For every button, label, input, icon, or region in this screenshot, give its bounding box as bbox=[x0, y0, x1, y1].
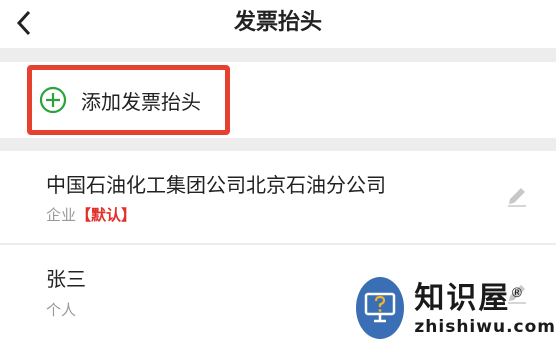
invoice-title-type: 个人 bbox=[46, 301, 77, 319]
navigation-bar: 发票抬头 bbox=[0, 0, 556, 48]
invoice-title-name: 张三 bbox=[46, 267, 86, 291]
watermark-url: zhishiwu.com bbox=[414, 317, 556, 337]
invoice-title-item[interactable]: 中国石油化工集团公司北京石油分公司 企业【默认】 bbox=[0, 151, 556, 243]
watermark-logo bbox=[356, 276, 405, 339]
plus-circle-icon bbox=[39, 86, 67, 114]
registered-mark: ® bbox=[510, 286, 526, 301]
invoice-title-type: 企业 bbox=[46, 206, 77, 224]
add-invoice-title-label: 添加发票抬头 bbox=[81, 89, 201, 114]
invoice-title-name: 中国石油化工集团公司北京石油分公司 bbox=[46, 173, 386, 197]
invoice-title-meta: 企业【默认】 bbox=[46, 204, 136, 225]
watermark-brand: 知识屋® bbox=[414, 277, 556, 316]
default-badge: 【默认】 bbox=[76, 206, 137, 224]
pencil-icon[interactable] bbox=[505, 184, 529, 208]
watermark: 知识屋® zhishiwu.com bbox=[356, 272, 556, 343]
watermark-text: 知识屋® zhishiwu.com bbox=[414, 277, 556, 338]
question-monitor-icon bbox=[364, 292, 396, 322]
page-title: 发票抬头 bbox=[233, 10, 322, 35]
add-invoice-title-button[interactable]: 添加发票抬头 bbox=[27, 65, 230, 135]
watermark-name: 知识屋 bbox=[414, 281, 511, 316]
